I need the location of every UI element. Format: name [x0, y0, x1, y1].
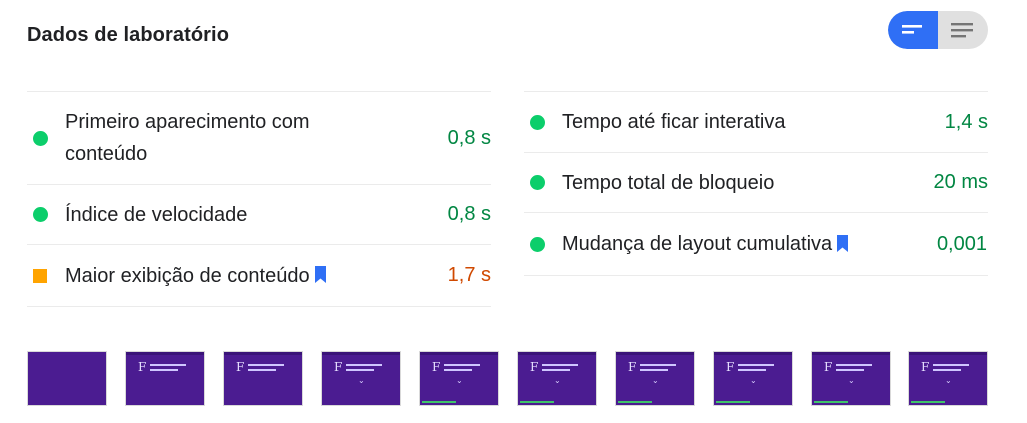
filmstrip-frame: F ⌄: [517, 351, 597, 406]
section-title: Dados de laboratório: [27, 24, 230, 46]
metric-row: Tempo total de bloqueio 20 ms: [524, 153, 988, 213]
metrics-column-left: Primeiro aparecimento com conteúdo 0,8 s…: [27, 91, 491, 307]
metric-label: Primeiro aparecimento com conteúdo: [65, 111, 310, 165]
average-status-icon: [33, 268, 47, 283]
good-status-icon: [33, 130, 48, 146]
good-status-icon: [530, 175, 545, 190]
filmstrip-frame: F: [125, 351, 205, 406]
metric-value: 1,7 s: [447, 264, 491, 286]
metric-value: 1,4 s: [944, 110, 988, 133]
metric-label-wrapper: Mudança de layout cumulativa: [562, 228, 849, 260]
filmstrip-frame: F ⌄: [908, 351, 988, 406]
bookmark-icon[interactable]: [836, 234, 849, 252]
summary-view-icon: [902, 25, 922, 34]
filmstrip-frame: F ⌄: [419, 351, 499, 406]
filmstrip-frame: [27, 351, 107, 406]
metric-label-wrapper: Maior exibição de conteúdo: [65, 260, 327, 292]
metric-row: Maior exibição de conteúdo 1,7 s: [27, 245, 491, 307]
good-status-icon: [530, 236, 545, 252]
metric-row: Índice de velocidade 0,8 s: [27, 185, 491, 245]
filmstrip-frame: F ⌄: [321, 351, 401, 406]
metric-label: Tempo total de bloqueio: [562, 171, 775, 194]
metric-value: 20 ms: [933, 171, 988, 193]
metric-value: 0,8 s: [447, 203, 491, 225]
bookmark-icon[interactable]: [314, 266, 327, 284]
filmstrip-frame: F ⌄: [615, 351, 695, 406]
metric-label: Tempo até ficar interativa: [562, 111, 786, 133]
list-view-icon: [951, 23, 973, 38]
metric-value: 0,8 s: [447, 126, 491, 149]
metric-label: Maior exibição de conteúdo: [65, 264, 310, 287]
metric-row: Tempo até ficar interativa 1,4 s: [524, 92, 988, 153]
good-status-icon: [33, 207, 48, 222]
filmstrip-frame: F: [223, 351, 303, 406]
metric-value: 0,001: [936, 232, 987, 255]
summary-view-button[interactable]: [888, 11, 938, 49]
metric-label: Mudança de layout cumulativa: [562, 233, 833, 255]
metrics-column-right: Tempo até ficar interativa 1,4 s Tempo t…: [524, 91, 988, 276]
view-toggle[interactable]: [888, 11, 988, 49]
filmstrip-frame: F ⌄: [713, 351, 793, 406]
filmstrip-frame: F ⌄: [811, 351, 891, 406]
good-status-icon: [530, 114, 545, 130]
list-view-button[interactable]: [938, 11, 988, 49]
metric-row: Primeiro aparecimento com conteúdo 0,8 s: [27, 92, 491, 185]
metric-label: Índice de velocidade: [65, 203, 248, 226]
metric-row: Mudança de layout cumulativa 0,001: [524, 213, 988, 276]
